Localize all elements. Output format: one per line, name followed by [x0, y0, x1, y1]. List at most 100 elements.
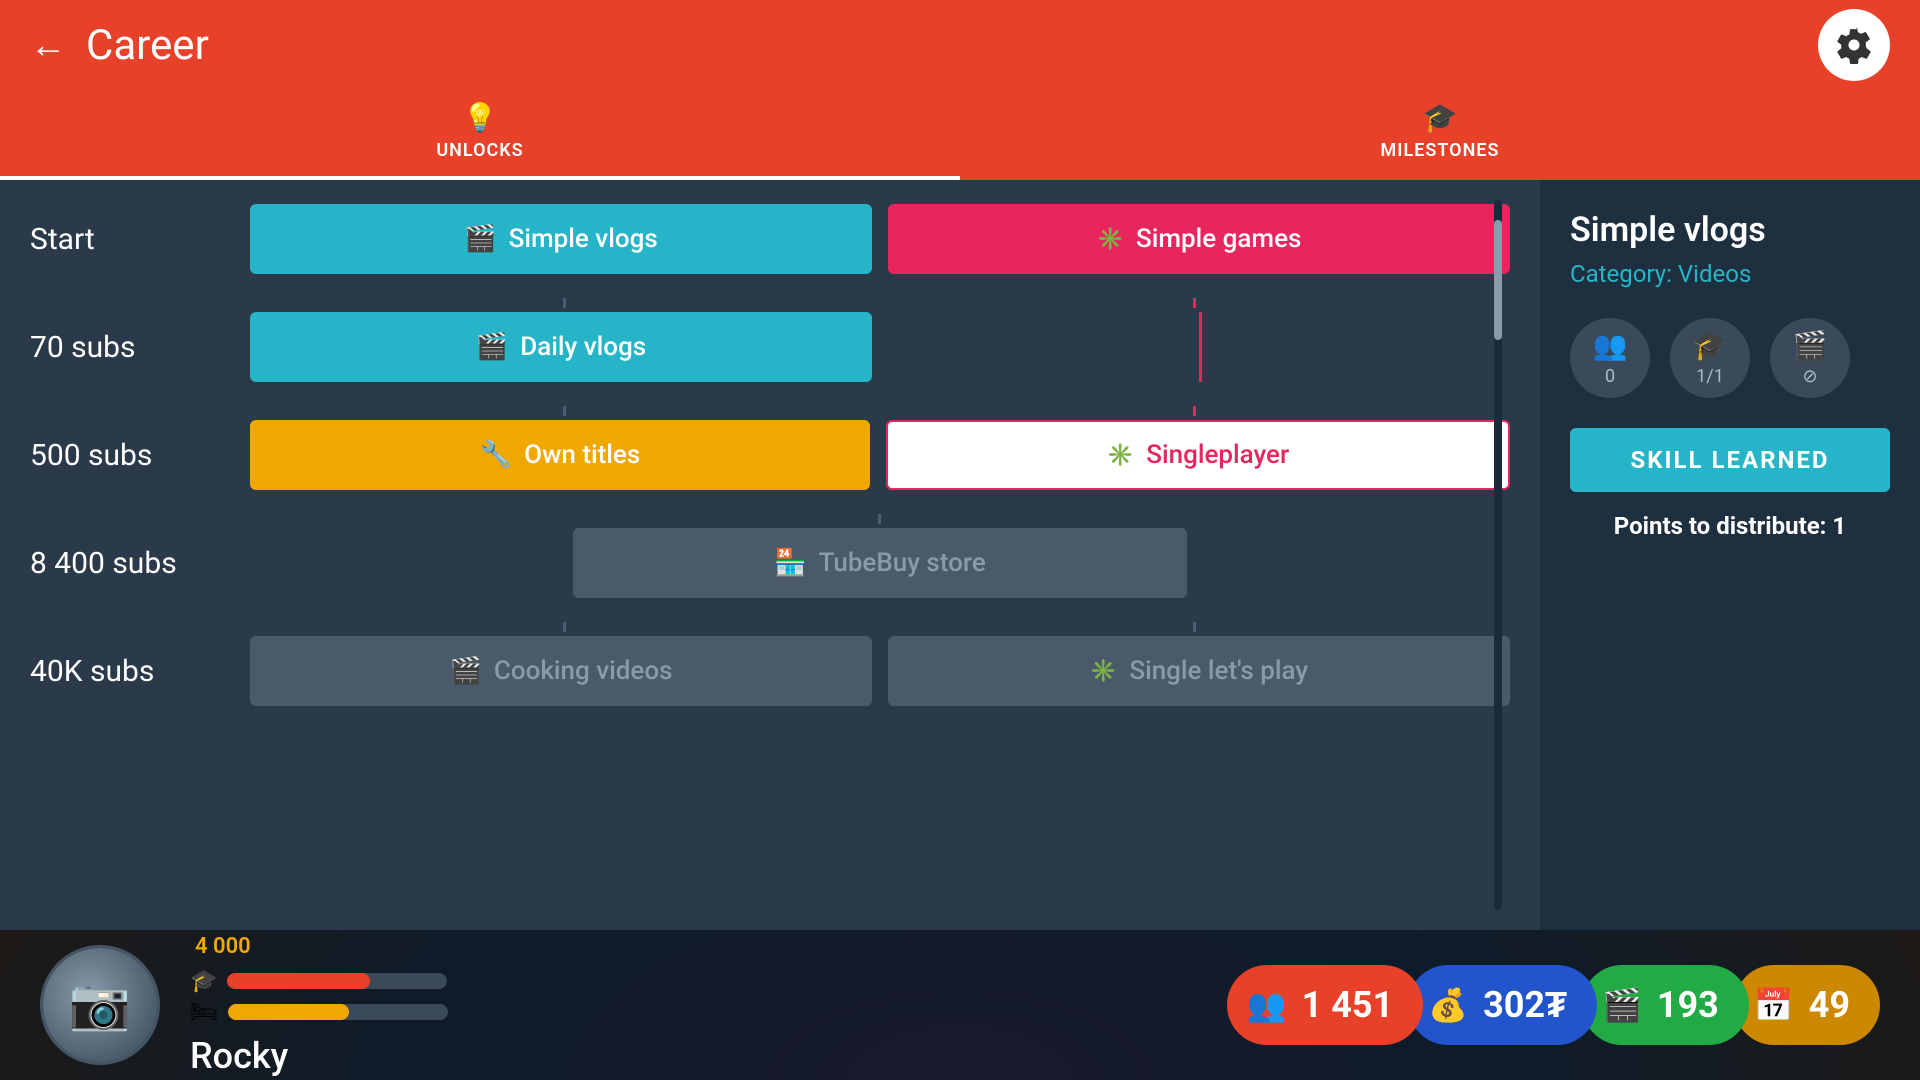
points-to-distribute: Points to distribute: 1: [1570, 512, 1890, 540]
single-lets-play-icon: ✳️: [1090, 659, 1117, 684]
currency-stat-icon: 💰: [1428, 986, 1468, 1024]
xp-bar-fill-yellow: [228, 1004, 349, 1020]
panel-category: Category: Videos: [1570, 260, 1890, 288]
career-row-70subs: 70 subs 🎬 Daily vlogs: [30, 308, 1510, 386]
milestones-label: MILESTONES: [1381, 140, 1500, 161]
xp-icon-yellow: 🛏: [190, 1000, 218, 1025]
subscribers-stat-icon: 👥: [1247, 986, 1287, 1024]
subscribers-stat-value: 1 451: [1302, 984, 1394, 1026]
xp-bar-fill-orange: [227, 973, 370, 989]
back-button[interactable]: ←: [30, 24, 66, 66]
skill-simple-vlogs[interactable]: 🎬 Simple vlogs: [250, 204, 872, 274]
main-content: Start 🎬 Simple vlogs ✳️ Simple games: [0, 180, 1920, 930]
simple-vlogs-icon: 🎬: [464, 224, 496, 254]
tubebuy-label: TubeBuy store: [819, 548, 986, 578]
daily-vlogs-icon: 🎬: [476, 332, 508, 362]
points-label: Points to distribute:: [1614, 512, 1833, 540]
career-row-500subs: 500 subs 🔧 Own titles ✳️ Singleplayer: [30, 416, 1510, 494]
skill-daily-vlogs[interactable]: 🎬 Daily vlogs: [250, 312, 872, 382]
xp-row-yellow: 🛏: [190, 1000, 448, 1025]
currency-stat-value: 302₮: [1483, 984, 1567, 1026]
skill-singleplayer[interactable]: ✳️ Singleplayer: [886, 420, 1510, 490]
milestones-value: 1/1: [1696, 366, 1724, 387]
player-name: Rocky: [190, 1035, 448, 1077]
calendar-stat-value: 49: [1809, 984, 1850, 1026]
own-titles-icon: 🔧: [480, 440, 512, 470]
simple-games-label: Simple games: [1136, 224, 1301, 254]
xp-icon-orange: 🎓: [190, 969, 217, 994]
row-skills-40ksubs: 🎬 Cooking videos ✳️ Single let's play: [250, 636, 1510, 706]
unlocks-label: UNLOCKS: [436, 140, 523, 161]
xp-bar-bg-orange: [227, 973, 447, 989]
calendar-stat-icon: 📅: [1754, 986, 1794, 1024]
tab-bar: 💡 UNLOCKS 🎓 MILESTONES: [0, 90, 1920, 180]
scroll-indicator: [1494, 200, 1502, 910]
skill-learned-button[interactable]: SKILL LEARNED: [1570, 428, 1890, 492]
panel-icon-video: 🎬 ⊘: [1770, 318, 1850, 398]
stat-calendar: 📅 49: [1734, 965, 1880, 1045]
simple-vlogs-label: Simple vlogs: [509, 224, 658, 254]
points-value: 1: [1832, 512, 1846, 540]
row-skills-8400subs: 🏪 TubeBuy store: [250, 528, 1510, 598]
panel-title: Simple vlogs: [1570, 210, 1890, 250]
own-titles-label: Own titles: [524, 440, 640, 470]
subscribers-value: 0: [1605, 366, 1615, 387]
cooking-videos-label: Cooking videos: [494, 656, 673, 686]
row-label-40ksubs: 40K subs: [30, 654, 250, 689]
row-skills-70subs: 🎬 Daily vlogs: [250, 312, 1510, 382]
header-left: ← Career: [30, 21, 209, 70]
avatar-inner: 📷: [43, 948, 157, 1062]
skill-cooking-videos[interactable]: 🎬 Cooking videos: [250, 636, 872, 706]
row-label-start: Start: [30, 222, 250, 257]
skill-simple-games[interactable]: ✳️ Simple games: [888, 204, 1510, 274]
videos-stat-value: 193: [1657, 984, 1719, 1026]
stat-subscribers: 👥 1 451: [1227, 965, 1423, 1045]
tab-milestones[interactable]: 🎓 MILESTONES: [960, 101, 1920, 169]
row-label-70subs: 70 subs: [30, 330, 250, 365]
bottom-bar: 📷 4 000 🎓 🛏 Rocky 👥 1 451 💰: [0, 930, 1920, 1080]
page-title: Career: [86, 21, 209, 70]
career-row-8400subs: 8 400 subs 🏪 TubeBuy store: [30, 524, 1510, 602]
xp-row-orange: 🎓: [190, 969, 448, 994]
cooking-videos-icon: 🎬: [450, 656, 482, 686]
player-info: 4 000 🎓 🛏 Rocky: [190, 934, 448, 1077]
side-panel: Simple vlogs Category: Videos 👥 0 🎓 1/1 …: [1540, 180, 1920, 930]
videos-stat-icon: 🎬: [1602, 986, 1642, 1024]
career-tree: Start 🎬 Simple vlogs ✳️ Simple games: [0, 180, 1540, 930]
panel-icons-row: 👥 0 🎓 1/1 🎬 ⊘: [1570, 318, 1890, 398]
panel-icon-subscribers: 👥 0: [1570, 318, 1650, 398]
video-icon: 🎬: [1793, 329, 1828, 362]
row-skills-start: 🎬 Simple vlogs ✳️ Simple games: [250, 204, 1510, 274]
xp-bars: 🎓 🛏: [190, 969, 448, 1025]
avatar: 📷: [40, 945, 160, 1065]
row-skills-500subs: 🔧 Own titles ✳️ Singleplayer: [250, 420, 1510, 490]
skill-own-titles[interactable]: 🔧 Own titles: [250, 420, 870, 490]
skill-single-lets-play[interactable]: ✳️ Single let's play: [888, 636, 1510, 706]
subscribers-icon: 👥: [1593, 329, 1628, 362]
daily-vlogs-label: Daily vlogs: [520, 332, 646, 362]
tab-unlocks[interactable]: 💡 UNLOCKS: [0, 101, 960, 169]
header: ← Career: [0, 0, 1920, 90]
scroll-thumb[interactable]: [1494, 220, 1502, 340]
panel-icon-milestones: 🎓 1/1: [1670, 318, 1750, 398]
singleplayer-icon: ✳️: [1107, 443, 1134, 468]
row-label-8400subs: 8 400 subs: [30, 546, 250, 581]
career-row-40ksubs: 40K subs 🎬 Cooking videos ✳️ Single let'…: [30, 632, 1510, 710]
career-row-start: Start 🎬 Simple vlogs ✳️ Simple games: [30, 200, 1510, 278]
row-label-500subs: 500 subs: [30, 438, 250, 473]
stat-videos: 🎬 193: [1582, 965, 1749, 1045]
milestones-panel-icon: 🎓: [1693, 329, 1728, 362]
tubebuy-icon: 🏪: [774, 548, 806, 578]
stats-row: 👥 1 451 💰 302₮ 🎬 193 📅 49: [1242, 965, 1880, 1045]
video-value: ⊘: [1802, 366, 1817, 387]
single-lets-play-label: Single let's play: [1129, 656, 1308, 686]
settings-button[interactable]: [1818, 9, 1890, 81]
skill-tubebuy-store[interactable]: 🏪 TubeBuy store: [573, 528, 1187, 598]
unlocks-icon: 💡: [463, 101, 498, 134]
tab-underline: [0, 176, 960, 180]
singleplayer-label: Singleplayer: [1146, 440, 1289, 470]
simple-games-icon: ✳️: [1097, 227, 1124, 252]
xp-bar-bg-yellow: [228, 1004, 448, 1020]
stat-currency: 💰 302₮: [1408, 965, 1597, 1045]
milestones-icon: 🎓: [1423, 101, 1458, 134]
